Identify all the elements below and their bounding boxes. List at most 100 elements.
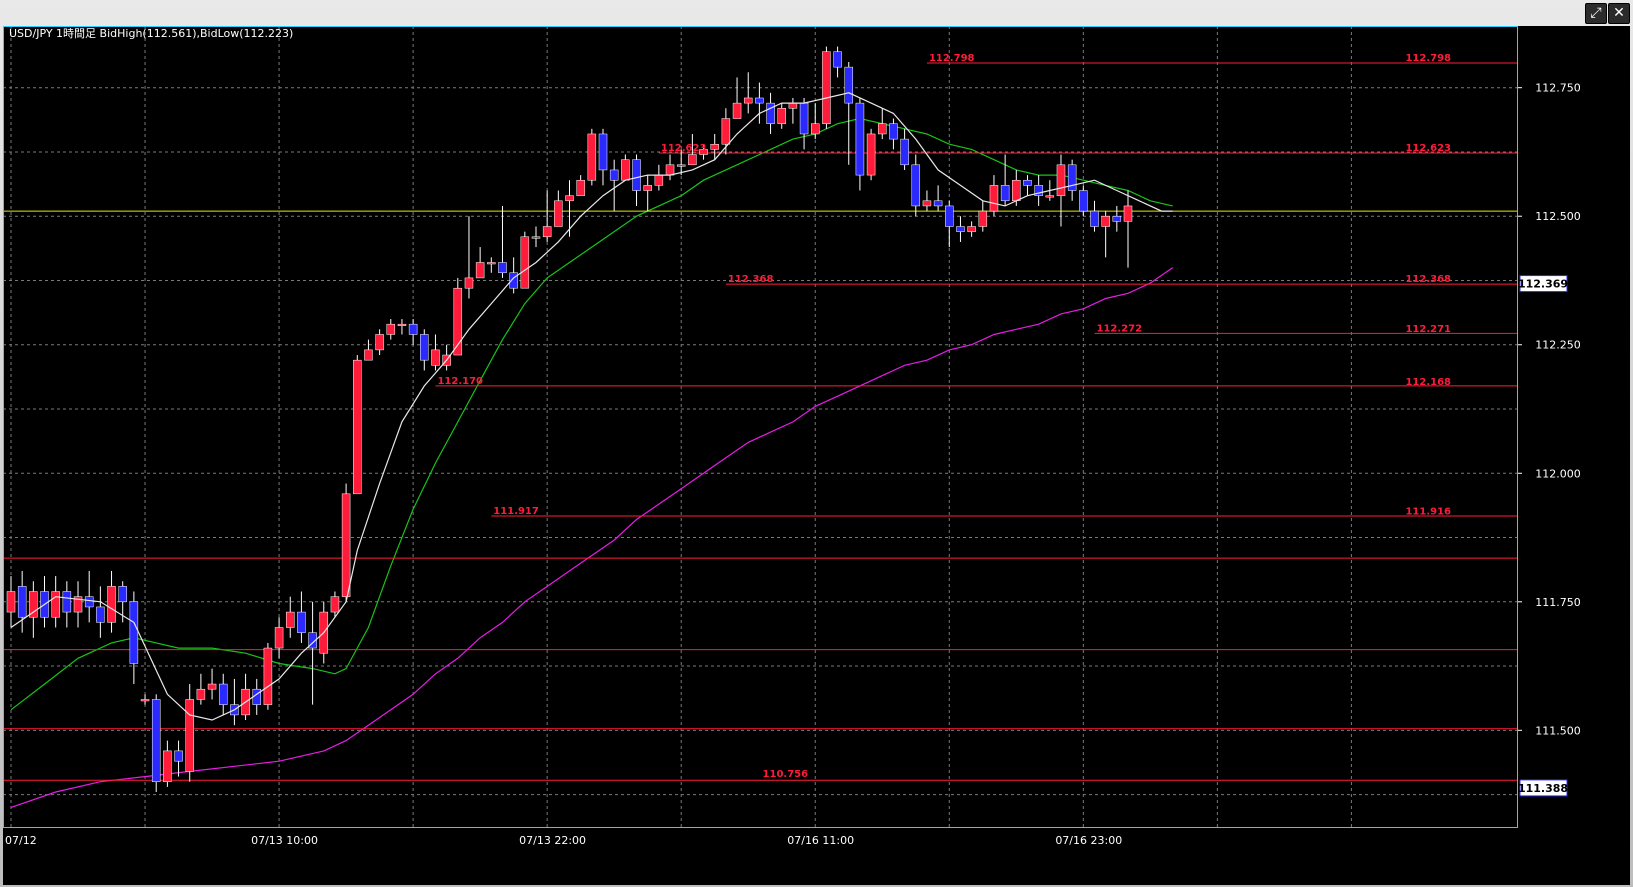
candle-body: [1023, 179, 1032, 186]
restore-icon: ⤢: [1590, 5, 1602, 21]
candle-body: [297, 611, 306, 633]
time-tick-label: 07/16 23:00: [1055, 834, 1122, 847]
level-label: 112.272: [1096, 323, 1142, 334]
candle-body: [397, 323, 407, 326]
candle: [822, 46, 831, 129]
time-tick-label: 07/16 11:00: [787, 834, 854, 847]
time-tick-label: 07/12: [5, 834, 37, 847]
candlestick-chart[interactable]: 112.798 112.623 112.368 112.272 112.170 111.9…: [3, 26, 1630, 885]
candle-body: [163, 750, 172, 782]
candle-body: [822, 51, 831, 124]
candle-body: [420, 334, 429, 361]
candle-body: [732, 102, 742, 119]
candle-body: [799, 102, 809, 135]
candle-body: [1056, 164, 1066, 196]
candle-body: [207, 683, 217, 690]
candle-body: [286, 611, 295, 628]
candle-body: [654, 174, 664, 186]
candle-body: [643, 185, 652, 191]
candle: [453, 277, 463, 356]
candle-body: [889, 123, 898, 140]
candle-body: [1090, 210, 1099, 227]
price-tick-label: 112.000: [1535, 467, 1581, 480]
candle-body: [945, 205, 954, 227]
candle-body: [710, 143, 719, 150]
right-level-label: 112.168: [1405, 377, 1451, 388]
title-bar: ⤢ ✕: [0, 0, 1633, 24]
right-level-label: 112.368: [1405, 274, 1451, 285]
candle-body: [196, 688, 206, 700]
candle-body: [364, 349, 373, 361]
price-tick-label: 111.750: [1535, 596, 1581, 609]
candle-body: [96, 606, 105, 623]
candle-body: [174, 750, 183, 762]
candle-body: [487, 262, 496, 265]
candle-body: [576, 179, 585, 196]
candle-body: [978, 210, 988, 227]
candle-body: [263, 647, 273, 705]
candle-body: [777, 108, 786, 124]
level-label: 112.623: [661, 143, 707, 154]
candle: [587, 128, 597, 186]
candle-body: [542, 226, 552, 238]
candle-body: [911, 164, 921, 207]
candle: [263, 642, 273, 710]
candle: [341, 483, 351, 602]
candle-body: [967, 226, 976, 232]
candle-body: [844, 66, 853, 104]
candle-body: [330, 596, 340, 613]
candle-body: [386, 323, 396, 335]
candle-body: [520, 236, 530, 289]
right-level-label: 112.623: [1405, 143, 1451, 154]
level-label: 112.798: [929, 53, 975, 64]
bottom-level-label: 110.756: [763, 769, 809, 780]
candle-body: [766, 102, 775, 124]
candle-body: [118, 586, 127, 603]
candle-body: [598, 133, 608, 171]
candle-body: [475, 262, 485, 279]
candle-body: [810, 123, 820, 135]
candle-body: [676, 164, 686, 167]
candle-body: [933, 200, 943, 207]
price-tick-label: 111.500: [1535, 724, 1581, 737]
candle-body: [632, 159, 641, 191]
candle-body: [1045, 195, 1055, 198]
price-tag-label: 111.388: [1518, 782, 1568, 795]
candle-body: [151, 699, 161, 782]
candle-body: [609, 169, 619, 181]
candle-body: [956, 226, 965, 232]
close-button[interactable]: ✕: [1608, 3, 1630, 24]
price-tick-label: 112.500: [1535, 210, 1581, 223]
level-label: 111.917: [493, 506, 539, 517]
chart-window: ⤢ ✕ 112.798 112.623 112.368 112.272 112.170 1…: [0, 0, 1633, 887]
price-tag-label: 112.369: [1518, 278, 1568, 291]
candle: [353, 355, 362, 495]
candle-body: [218, 683, 228, 705]
restore-button[interactable]: ⤢: [1585, 3, 1607, 24]
candle-body: [341, 493, 351, 597]
price-tick-label: 112.750: [1535, 82, 1581, 95]
price-tick-label: 112.250: [1535, 339, 1581, 352]
candle-body: [1079, 190, 1088, 212]
candle-body: [498, 262, 507, 274]
candle-body: [565, 195, 574, 202]
candle-body: [621, 159, 630, 181]
candle-body: [84, 596, 94, 608]
candle-body: [353, 359, 362, 495]
level-label: 112.170: [437, 376, 483, 387]
price-axis-background: [1518, 26, 1630, 828]
candle: [866, 128, 876, 181]
level-label: 112.368: [728, 274, 774, 285]
candle-body: [1112, 215, 1122, 222]
candle-body: [17, 586, 27, 618]
candle-body: [6, 591, 16, 613]
candle: [151, 694, 161, 793]
candle-body: [1012, 179, 1021, 202]
candle-body: [688, 154, 697, 166]
candle-body: [866, 133, 876, 176]
candle-body: [375, 334, 384, 351]
time-tick-label: 07/13 22:00: [519, 834, 586, 847]
candle-body: [587, 133, 597, 181]
candle-body: [1123, 205, 1133, 222]
candle-body: [755, 97, 764, 104]
